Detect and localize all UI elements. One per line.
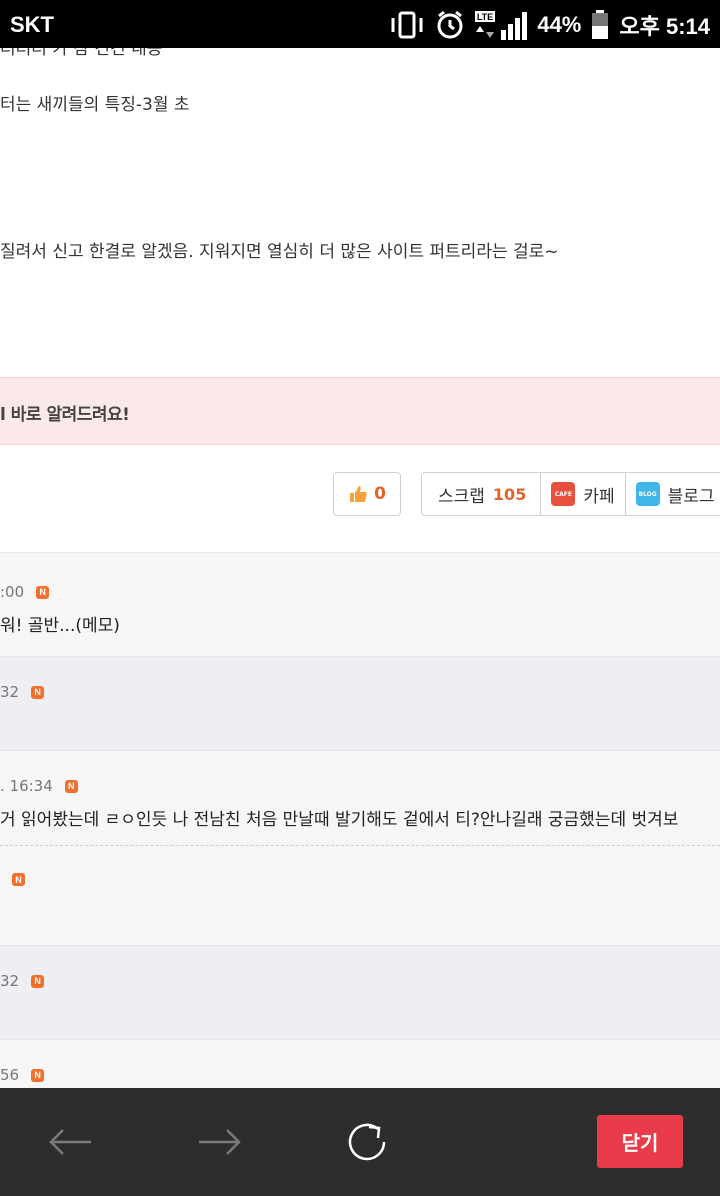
thumbs-up-icon bbox=[350, 486, 367, 502]
comment-meta: 56 N bbox=[0, 1066, 45, 1084]
comment-text: 거 읽어봤는데 ㄹㅇ인듯 나 전남친 처음 만날때 발기해도 겉에서 티?안나길… bbox=[0, 810, 679, 830]
scrap-button[interactable]: 스크랩 105 bbox=[422, 473, 542, 515]
post-text-line: 질려서 신고 한결로 알겠음. 지워지면 열심히 더 많은 사이트 퍼트리라는 … bbox=[0, 242, 559, 262]
scrap-count: 105 bbox=[492, 484, 527, 504]
like-button[interactable]: 0 bbox=[333, 472, 401, 516]
page-content: 터터터 가 참 건건 내용 터는 새끼들의 특징-3월 초 질려서 신고 한결로… bbox=[0, 48, 720, 1088]
battery-percent: 44% bbox=[537, 12, 582, 37]
comment-item[interactable]: 32 N bbox=[0, 946, 720, 1040]
comment-item[interactable]: 32 N bbox=[0, 657, 720, 751]
bottom-toolbar: 닫기 bbox=[0, 1088, 720, 1196]
battery-icon bbox=[592, 10, 609, 39]
cafe-label: 카페 bbox=[583, 486, 615, 507]
arrow-right-icon bbox=[199, 1129, 241, 1155]
vibrate-icon bbox=[391, 11, 423, 39]
refresh-icon bbox=[348, 1123, 386, 1161]
refresh-button[interactable] bbox=[344, 1122, 390, 1162]
new-badge-icon: N bbox=[36, 585, 50, 599]
comment-text: 워! 골반...(메모) bbox=[0, 616, 120, 636]
like-count: 0 bbox=[374, 484, 386, 504]
back-button[interactable] bbox=[48, 1122, 94, 1162]
comment-item[interactable]: . 16:34 N 거 읽어봤는데 ㄹㅇ인듯 나 전남친 처음 만날때 발기해도… bbox=[0, 751, 720, 946]
lte-signal-icon: LTE bbox=[475, 11, 528, 40]
comment-list: :00 N 워! 골반...(메모) 32 N . 16:34 N 거 읽어봤는… bbox=[0, 552, 720, 1088]
new-badge-icon: N bbox=[31, 1068, 45, 1082]
comment-item[interactable]: :00 N 워! 골반...(메모) bbox=[0, 553, 720, 657]
new-badge-icon: N bbox=[31, 685, 45, 699]
forward-button[interactable] bbox=[196, 1122, 242, 1162]
status-icons: LTE 44% 오후 5:14 bbox=[389, 8, 710, 42]
close-button[interactable]: 닫기 bbox=[597, 1115, 683, 1168]
arrow-left-icon bbox=[49, 1129, 91, 1155]
blog-icon: BLOG bbox=[635, 482, 660, 506]
carrier-label: SKT bbox=[10, 12, 54, 37]
new-badge-icon: N bbox=[12, 873, 25, 886]
new-badge-icon: N bbox=[31, 974, 45, 988]
share-bar: 스크랩 105 CAFE 카페 BLOG 블로그 bbox=[421, 472, 720, 516]
comment-meta: N bbox=[0, 873, 25, 886]
comment-meta: . 16:34 N bbox=[0, 777, 78, 795]
comment-item[interactable]: 56 N bbox=[0, 1040, 720, 1088]
notice-banner[interactable]: l 바로 알려드려요! bbox=[0, 377, 720, 445]
notice-text: l 바로 알려드려요! bbox=[0, 405, 130, 425]
scrap-label: 스크랩 bbox=[438, 486, 485, 507]
post-text-line: 터는 새끼들의 특징-3월 초 bbox=[0, 95, 190, 115]
alarm-icon bbox=[437, 10, 463, 39]
reply-divider bbox=[0, 845, 720, 846]
cafe-icon: CAFE bbox=[551, 482, 576, 506]
comment-meta: 32 N bbox=[0, 683, 45, 701]
post-text-cut: 터터터 가 참 건건 내용 bbox=[0, 48, 163, 59]
comment-meta: 32 N bbox=[0, 972, 45, 990]
share-cafe-button[interactable]: CAFE 카페 bbox=[541, 473, 626, 515]
comment-meta: :00 N bbox=[0, 583, 50, 601]
blog-label: 블로그 bbox=[667, 486, 715, 507]
clock: 오후 5:14 bbox=[619, 14, 710, 39]
status-bar: SKT LTE 44% 오후 5:14 bbox=[0, 0, 720, 48]
share-blog-button[interactable]: BLOG 블로그 bbox=[626, 473, 720, 515]
lte-text: LTE bbox=[477, 12, 493, 22]
new-badge-icon: N bbox=[64, 779, 78, 793]
